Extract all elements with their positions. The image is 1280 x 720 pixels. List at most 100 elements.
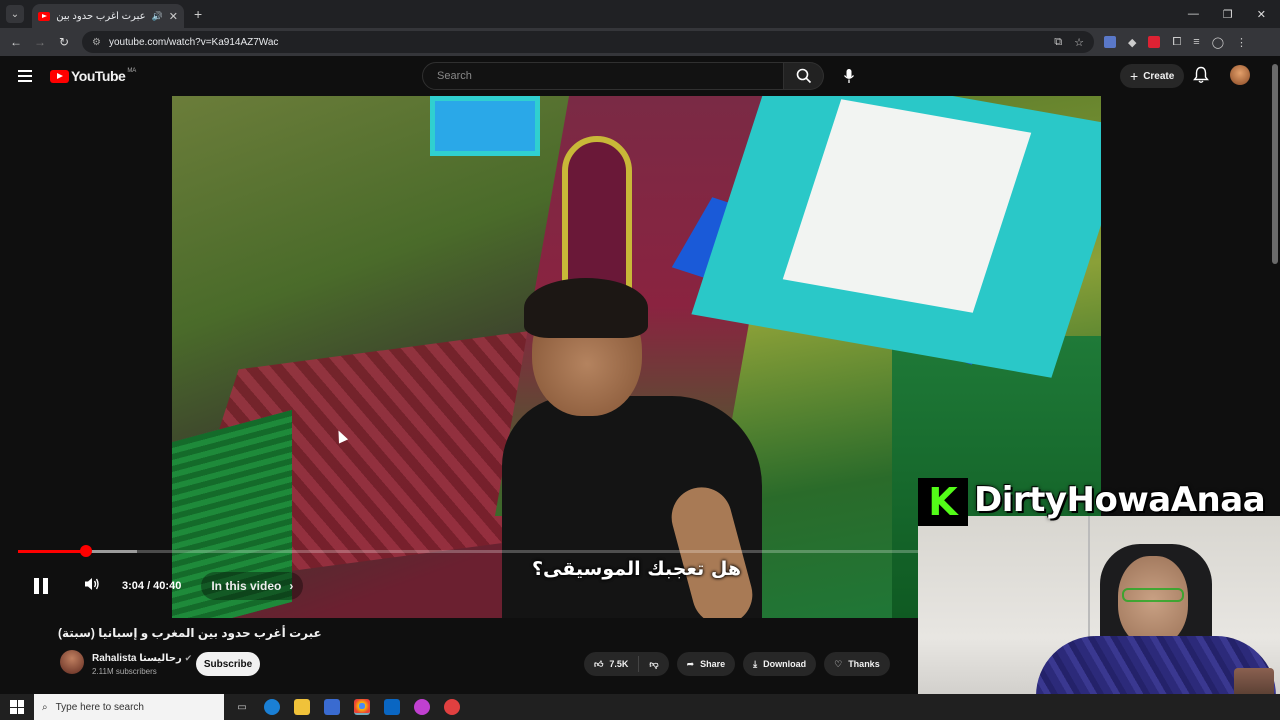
windows-taskbar: ⌕ Type here to search ▭ <box>0 694 1280 720</box>
create-button[interactable]: + Create <box>1120 64 1185 88</box>
download-icon: ⤓ <box>753 658 758 669</box>
country-code: MA <box>127 68 137 74</box>
tab-search-button[interactable]: ⌄ <box>6 5 24 23</box>
minimize-icon[interactable]: — <box>1188 8 1199 21</box>
like-button[interactable]: 👍︎ 7.5K <box>584 656 640 672</box>
share-label: Share <box>700 659 726 669</box>
volume-icon[interactable] <box>84 577 100 596</box>
player-controls: 3:04 / 40:40 In this video › <box>0 570 918 602</box>
microphone-icon <box>843 69 855 83</box>
puzzle-extensions-icon[interactable]: ⧠ <box>1172 36 1181 49</box>
taskbar-search-placeholder: Type here to search <box>55 701 144 713</box>
video-title: عبرت أغرب حدود بين المغرب و إسبانيا (سبت… <box>58 626 322 640</box>
plus-icon: + <box>1130 68 1139 84</box>
new-tab-button[interactable]: + <box>194 6 202 22</box>
download-label: Download <box>763 659 807 669</box>
youtube-logo[interactable]: YouTube MA <box>50 68 136 84</box>
media-controls-icon[interactable]: ≡ <box>1193 36 1199 48</box>
browser-tabbar: ⌄ عبرت أغرب حدود بين المغرب 🔊 ✕ + — ❐ ✕ <box>0 0 1280 28</box>
tab-close-icon[interactable]: ✕ <box>169 10 178 23</box>
thumbs-up-icon: 👍︎ <box>594 658 604 669</box>
reload-icon[interactable]: ↻ <box>52 35 76 49</box>
video-actions: 👍︎ 7.5K 👎︎ ➦ Share ⤓ Download ♡ Thanks <box>584 652 890 676</box>
chapters-button[interactable]: In this video › <box>201 572 304 600</box>
search-input[interactable]: Search <box>422 62 784 90</box>
search-button[interactable] <box>784 62 824 90</box>
progress-fill <box>18 550 86 553</box>
speaker-icon <box>85 577 99 590</box>
scrubber-handle[interactable] <box>79 545 92 557</box>
share-arrow-icon: ➦ <box>686 658 695 669</box>
browser-tab-active[interactable]: عبرت أغرب حدود بين المغرب 🔊 ✕ <box>32 4 184 28</box>
chevron-right-icon: › <box>289 579 294 593</box>
subscriber-count: 2.11M subscribers <box>92 667 157 676</box>
share-button[interactable]: ➦ Share <box>676 652 736 676</box>
tab-title: عبرت أغرب حدود بين المغرب <box>56 10 146 22</box>
task-view-icon[interactable]: ▭ <box>234 699 250 715</box>
account-avatar[interactable] <box>1230 65 1250 85</box>
file-explorer-icon[interactable] <box>294 699 310 715</box>
chapters-label: In this video <box>211 579 282 593</box>
streamer-name: DirtyHowaAnaa <box>974 480 1266 520</box>
back-icon[interactable]: ← <box>4 35 28 49</box>
channel-name[interactable]: Rahalista رحاليستا ✔ <box>92 653 192 664</box>
red-extension-icon[interactable] <box>1148 36 1161 48</box>
download-button[interactable]: ⤓ Download <box>743 652 817 676</box>
notifications-button[interactable] <box>1193 66 1209 89</box>
cast-icon[interactable]: ⧉ <box>1054 36 1062 49</box>
youtube-favicon-icon <box>38 11 50 21</box>
page-scrollbar[interactable] <box>1272 64 1278 264</box>
search-icon <box>796 68 811 84</box>
kick-logo-icon: K <box>918 478 968 526</box>
thanks-label: Thanks <box>848 659 880 669</box>
progress-bar[interactable] <box>18 545 918 557</box>
thanks-button[interactable]: ♡ Thanks <box>824 652 890 676</box>
dislike-button[interactable]: 👎︎ <box>639 659 668 670</box>
taskbar-search-input[interactable]: ⌕ Type here to search <box>34 694 224 720</box>
create-label: Create <box>1143 70 1175 82</box>
extensions-area: ◆ ⧠ ≡ ◯ ⋮ <box>1104 36 1247 49</box>
restore-icon[interactable]: ❐ <box>1223 8 1233 21</box>
video-metadata: عبرت أغرب حدود بين المغرب و إسبانيا (سبت… <box>0 618 918 694</box>
subscribe-button[interactable]: Subscribe <box>196 652 260 676</box>
audio-playing-icon[interactable]: 🔊 <box>152 11 163 22</box>
screen: ⌄ عبرت أغرب حدود بين المغرب 🔊 ✕ + — ❐ ✕ … <box>0 0 1280 720</box>
verified-icon: ✔ <box>184 653 193 663</box>
store-icon[interactable] <box>324 699 340 715</box>
profile-icon[interactable]: ◯ <box>1212 36 1224 49</box>
edge-browser-icon[interactable] <box>264 699 280 715</box>
windows-start-icon[interactable] <box>10 700 24 714</box>
like-dislike-group: 👍︎ 7.5K 👎︎ <box>584 652 669 676</box>
bell-icon <box>1193 66 1209 83</box>
outlook-icon[interactable] <box>384 699 400 715</box>
channel-name-text: Rahalista رحاليستا <box>92 653 182 664</box>
address-bar[interactable]: ⚙ youtube.com/watch?v=Ka914AZ7Wac ⧉ ☆ <box>82 31 1094 53</box>
taskbar-apps: ▭ <box>234 699 460 715</box>
time-display: 3:04 / 40:40 <box>122 580 182 592</box>
hamburger-menu-icon[interactable] <box>18 70 32 82</box>
chrome-browser-icon[interactable] <box>354 699 370 715</box>
pause-icon[interactable] <box>34 578 48 594</box>
youtube-header: YouTube MA Search + Create <box>0 56 1280 96</box>
logo-wordmark: YouTube <box>71 68 126 84</box>
diamond-extension-icon[interactable]: ◆ <box>1128 36 1136 49</box>
webcam-overlay: r18 <box>918 516 1280 720</box>
app-icon-red[interactable] <box>444 699 460 715</box>
browser-toolbar: ← → ↻ ⚙ youtube.com/watch?v=Ka914AZ7Wac … <box>0 28 1280 56</box>
bookmark-star-icon[interactable]: ☆ <box>1074 36 1084 49</box>
app-icon-purple[interactable] <box>414 699 430 715</box>
thumbs-down-icon: 👎︎ <box>649 658 659 669</box>
forward-icon[interactable]: → <box>28 35 52 49</box>
site-info-icon[interactable]: ⚙ <box>92 37 101 48</box>
thanks-heart-icon: ♡ <box>834 658 843 669</box>
like-count: 7.5K <box>609 659 629 669</box>
search-icon: ⌕ <box>42 701 48 713</box>
kick-logo-letter: K <box>928 480 958 524</box>
translate-extension-icon[interactable] <box>1104 36 1116 48</box>
window-controls: — ❐ ✕ <box>1188 8 1266 21</box>
browser-menu-icon[interactable]: ⋮ <box>1236 36 1247 49</box>
voice-search-button[interactable] <box>836 63 862 89</box>
youtube-play-logo-icon <box>50 69 69 83</box>
channel-avatar[interactable] <box>60 650 84 674</box>
window-close-icon[interactable]: ✕ <box>1257 8 1266 21</box>
